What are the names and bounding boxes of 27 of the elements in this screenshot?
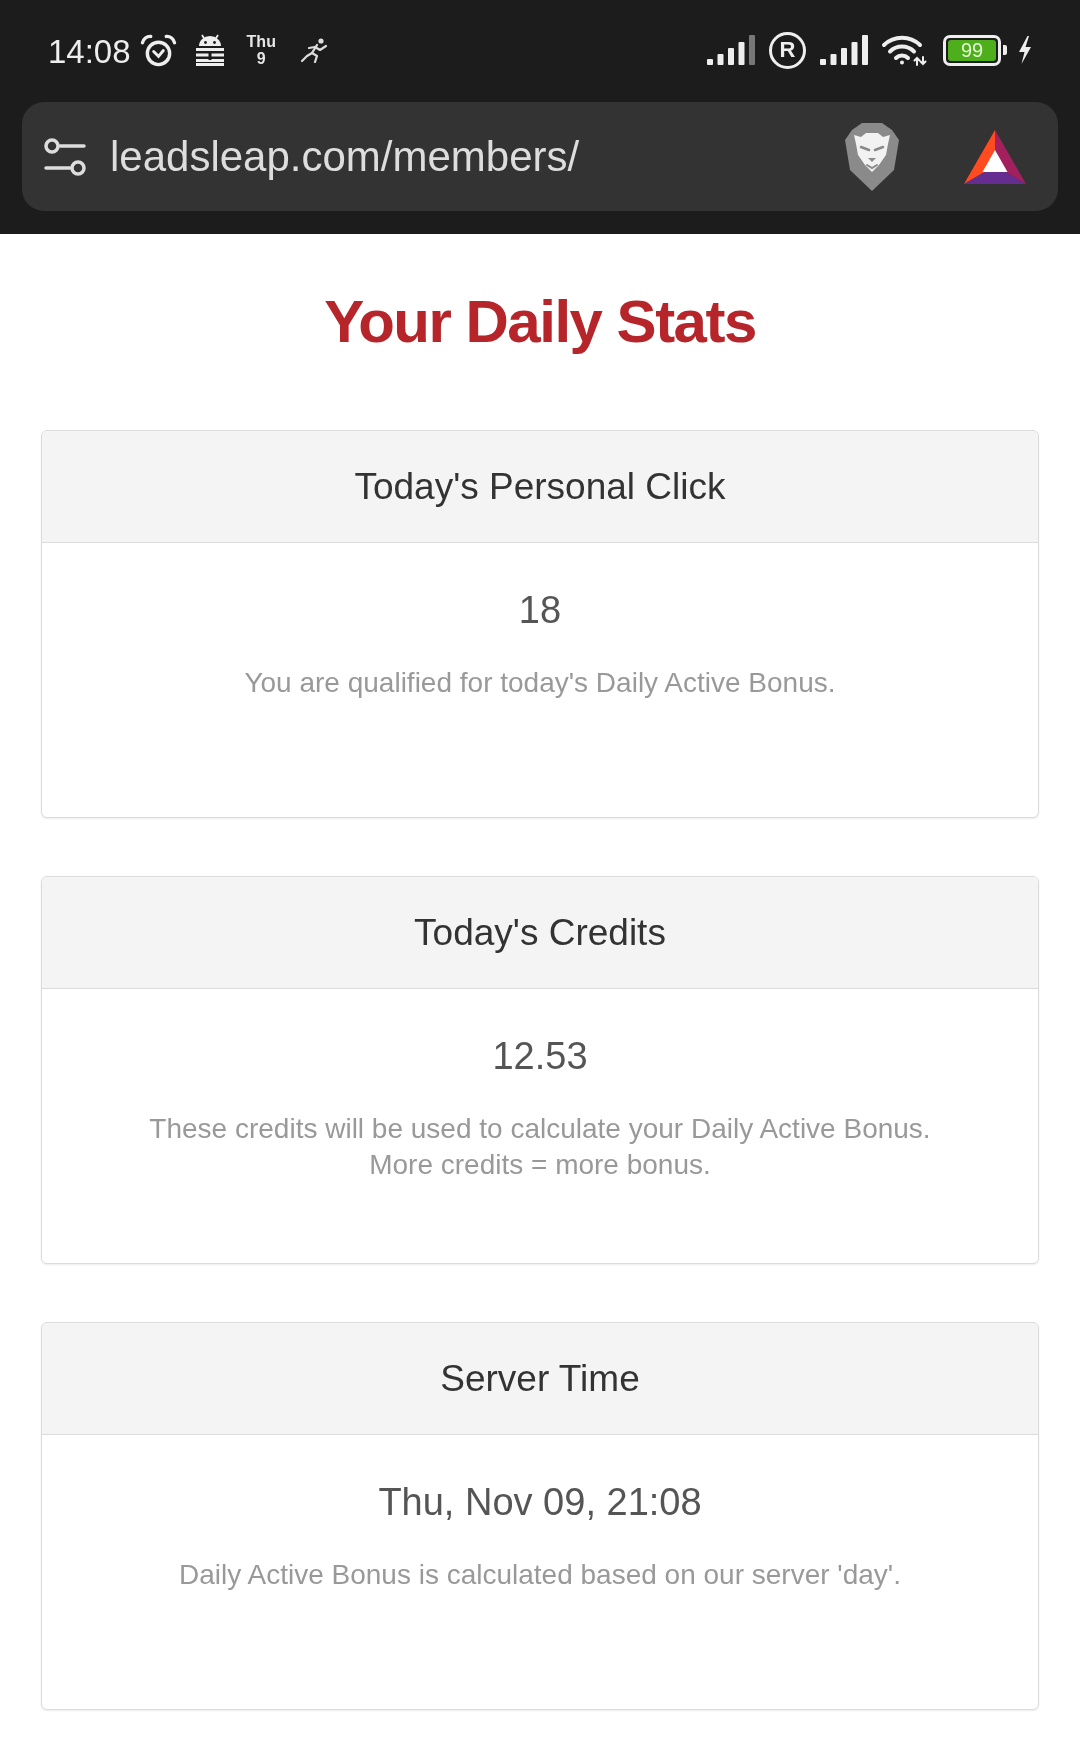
roaming-indicator: R bbox=[769, 31, 806, 69]
stat-value: Thu, Nov 09, 21:08 bbox=[378, 1480, 702, 1525]
wifi-icon bbox=[881, 34, 927, 66]
signal-strength-icon bbox=[820, 35, 868, 65]
day-number: 9 bbox=[256, 50, 266, 67]
weekday-label: Thu bbox=[246, 33, 276, 50]
site-settings-icon[interactable] bbox=[44, 136, 86, 177]
running-person-icon bbox=[299, 37, 328, 63]
triangle-logo-icon[interactable] bbox=[964, 129, 1026, 184]
lion-shield-icon[interactable] bbox=[842, 121, 902, 192]
address-bar[interactable]: leadsleap.com/members/ bbox=[22, 102, 1058, 211]
stat-note: You are qualified for today's Daily Active Bonus. bbox=[244, 666, 836, 700]
url-text[interactable]: leadsleap.com/members/ bbox=[110, 132, 580, 181]
alarm-clock-icon bbox=[138, 33, 178, 67]
clock-time: 14:08 bbox=[48, 34, 131, 68]
page-title: Your Daily Stats bbox=[324, 289, 756, 355]
stat-note: Daily Active Bonus is calculated based on our server 'day'. bbox=[179, 1558, 901, 1592]
card-title: Server Time bbox=[440, 1357, 640, 1400]
battery-indicator: 99 bbox=[943, 34, 1007, 66]
card-title: Today's Credits bbox=[414, 911, 666, 954]
signal-strength-icon bbox=[707, 35, 755, 65]
charging-bolt-icon bbox=[1018, 36, 1032, 64]
stat-value: 18 bbox=[518, 588, 562, 633]
android-lock-icon bbox=[194, 34, 225, 66]
stat-value: 12.53 bbox=[492, 1034, 588, 1079]
stat-note: These credits will be used to calculate your Daily Active Bonus. More credits = more bonus. bbox=[149, 1112, 931, 1182]
card-title: Today's Personal Click bbox=[354, 465, 726, 508]
